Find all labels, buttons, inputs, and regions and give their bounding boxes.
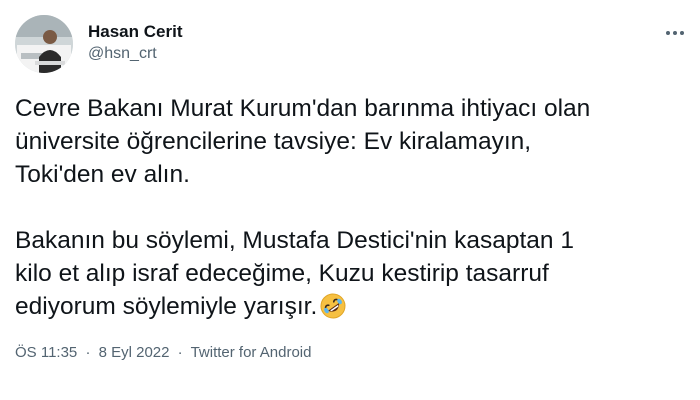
- user-handle[interactable]: @hsn_crt: [88, 44, 182, 64]
- tweet-card: Hasan Cerit @hsn_crt Cevre Bakanı Murat …: [0, 0, 700, 400]
- avatar[interactable]: [15, 15, 73, 73]
- tweet-date[interactable]: 8 Eyl 2022: [99, 344, 170, 361]
- rolling-on-floor-laughing-icon: [319, 292, 347, 329]
- tweet-line: Toki'den ev alın.: [15, 161, 190, 188]
- tweet-text: Cevre Bakanı Murat Kurum'dan barınma iht…: [15, 92, 655, 329]
- user-info: Hasan Cerit @hsn_crt: [88, 21, 182, 64]
- meta-separator: ·: [177, 344, 183, 361]
- display-name[interactable]: Hasan Cerit: [88, 21, 182, 42]
- tweet-line: üniversite öğrencilerine tavsiye: Ev kir…: [15, 128, 532, 155]
- tweet-line: Bakanın bu söylemi, Mustafa Destici'nin …: [15, 227, 574, 254]
- meta-separator: ·: [85, 344, 91, 361]
- tweet-time[interactable]: ÖS 11:35: [15, 344, 77, 361]
- tweet-line: Cevre Bakanı Murat Kurum'dan barınma iht…: [15, 95, 591, 122]
- tweet-line-last: ediyorum söylemiyle yarışır.: [15, 290, 655, 329]
- tweet-meta: ÖS 11:35 · 8 Eyl 2022 · Twitter for Andr…: [15, 343, 311, 363]
- more-options-icon[interactable]: [660, 18, 690, 48]
- avatar-photo: [15, 15, 73, 73]
- tweet-line-text: ediyorum söylemiyle yarışır.: [15, 293, 318, 320]
- tweet-line: kilo et alıp israf edeceğime, Kuzu kesti…: [15, 260, 549, 287]
- tweet-client-link[interactable]: Twitter for Android: [191, 344, 312, 361]
